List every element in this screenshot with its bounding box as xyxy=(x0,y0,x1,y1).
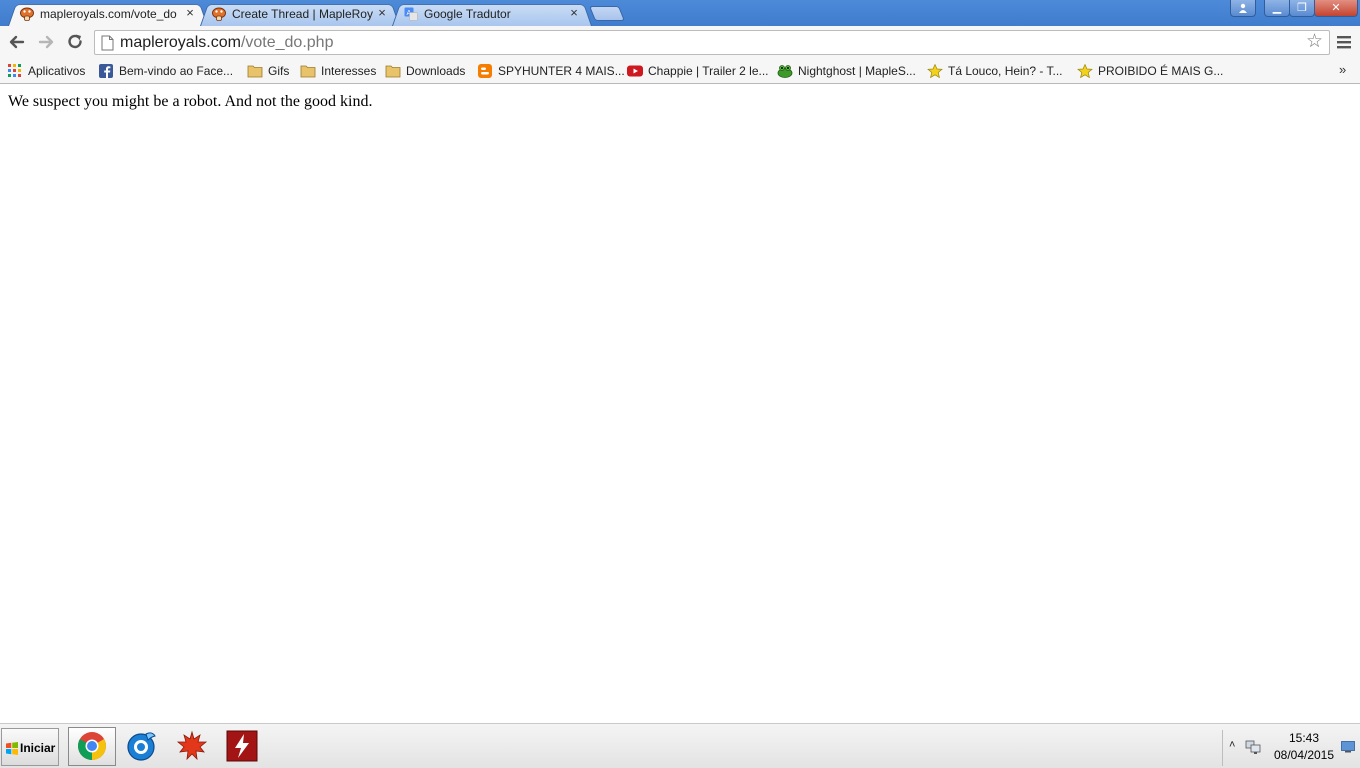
restore-icon: ❐ xyxy=(1297,2,1307,14)
back-arrow-icon[interactable] xyxy=(7,32,27,52)
frog-icon xyxy=(777,65,793,78)
url-host: mapleroyals.com xyxy=(120,34,241,51)
page-content: We suspect you might be a robot. And not… xyxy=(0,85,1360,723)
tab-close-icon[interactable]: × xyxy=(184,6,196,20)
url-text[interactable]: mapleroyals.com/vote_do.php xyxy=(120,34,333,52)
star-icon xyxy=(1077,64,1093,78)
close-icon: ✕ xyxy=(1331,2,1341,14)
bookmark-label: Interesses xyxy=(321,64,377,78)
robot-warning-message: We suspect you might be a robot. And not… xyxy=(8,93,373,110)
close-window-button[interactable]: ✕ xyxy=(1314,0,1358,17)
bookmark-folder-interesses[interactable]: Interesses xyxy=(300,62,378,80)
forward-arrow-icon[interactable] xyxy=(36,32,56,52)
google-translate-icon: A xyxy=(404,7,418,21)
tab-close-icon[interactable]: × xyxy=(376,6,388,20)
chrome-menu-icon[interactable] xyxy=(1337,34,1351,50)
chrome-icon xyxy=(78,732,106,760)
url-path: /vote_do.php xyxy=(240,34,334,51)
show-desktop-icon[interactable] xyxy=(1341,741,1355,753)
bookmark-label: PROIBIDO É MAIS G... xyxy=(1098,64,1224,78)
tab-title: Create Thread | MapleRoy xyxy=(232,7,373,21)
network-icon[interactable] xyxy=(1245,740,1261,754)
clock-time[interactable]: 15:43 xyxy=(1280,731,1328,745)
start-label: Iniciar xyxy=(20,741,56,755)
apps-grid-icon xyxy=(8,64,21,77)
mushroom-icon xyxy=(212,7,226,21)
tab-create-thread[interactable]: Create Thread | MapleRoy × xyxy=(200,2,400,26)
new-tab-button[interactable] xyxy=(588,6,626,21)
page-icon xyxy=(101,35,114,51)
windows-logo-icon xyxy=(6,742,18,755)
bookmarks-overflow-button[interactable]: » xyxy=(1339,62,1346,77)
browser-titlebar: mapleroyals.com/vote_do × Create Thread … xyxy=(0,0,1360,26)
bookmark-label: Gifs xyxy=(268,64,290,78)
lightning-app-icon xyxy=(226,730,258,762)
taskbar-app-blue[interactable] xyxy=(118,727,166,766)
bookmark-folder-downloads[interactable]: Downloads xyxy=(385,62,469,80)
bookmark-ta-louco[interactable]: Tá Louco, Hein? - T... xyxy=(927,62,1067,80)
folder-icon xyxy=(300,65,316,78)
blogger-icon xyxy=(478,64,492,78)
bookmark-label: Bem-vindo ao Face... xyxy=(119,64,234,78)
tab-mapleroyals-vote[interactable]: mapleroyals.com/vote_do × xyxy=(8,2,208,26)
taskbar-maplestory[interactable] xyxy=(168,727,216,766)
user-icon xyxy=(1239,3,1247,13)
bookmark-facebook[interactable]: Bem-vindo ao Face... xyxy=(98,62,238,80)
tab-title: mapleroyals.com/vote_do xyxy=(40,7,177,21)
youtube-icon xyxy=(627,65,643,77)
profile-button[interactable] xyxy=(1230,0,1256,17)
windows-taskbar: Iniciar ˄ xyxy=(0,723,1360,768)
reload-icon[interactable] xyxy=(65,32,85,52)
maple-leaf-icon xyxy=(176,730,208,761)
bookmark-nightghost[interactable]: Nightghost | MapleS... xyxy=(777,62,920,80)
mushroom-icon xyxy=(20,7,34,21)
blue-globe-app-icon xyxy=(127,732,156,761)
bookmark-aplicativos[interactable]: Aplicativos xyxy=(7,62,89,80)
restore-button[interactable]: ❐ xyxy=(1289,0,1315,17)
minimize-button[interactable]: ▁ xyxy=(1264,0,1290,17)
bookmark-star-icon[interactable]: ☆ xyxy=(1306,32,1323,52)
bookmark-label: Chappie | Trailer 2 le... xyxy=(648,64,769,78)
bookmark-label: Tá Louco, Hein? - T... xyxy=(948,64,1063,78)
bookmark-label: Downloads xyxy=(406,64,466,78)
bookmark-chappie-youtube[interactable]: Chappie | Trailer 2 le... xyxy=(627,62,769,80)
clock-date[interactable]: 08/04/2015 xyxy=(1270,748,1338,762)
bookmark-proibido[interactable]: PROIBIDO É MAIS G... xyxy=(1077,62,1223,80)
start-button[interactable]: Iniciar xyxy=(1,728,59,766)
bookmark-label: Aplicativos xyxy=(28,64,86,78)
bookmark-label: SPYHUNTER 4 MAIS... xyxy=(498,64,625,78)
tab-google-tradutor[interactable]: A Google Tradutor × xyxy=(392,2,592,26)
taskbar-chrome[interactable] xyxy=(68,727,116,766)
bookmark-folder-gifs[interactable]: Gifs xyxy=(247,62,292,80)
star-icon xyxy=(927,64,943,78)
taskbar-flash[interactable] xyxy=(218,727,266,766)
tab-close-icon[interactable]: × xyxy=(568,6,580,20)
bookmarks-bar: Aplicativos Bem-vindo ao Face... Gifs In… xyxy=(0,58,1360,84)
facebook-icon xyxy=(99,64,113,78)
tray-expand-icon[interactable]: ˄ xyxy=(1229,739,1235,751)
address-bar[interactable]: mapleroyals.com/vote_do.php ☆ xyxy=(94,30,1330,55)
bookmark-spyhunter[interactable]: SPYHUNTER 4 MAIS... xyxy=(477,62,625,80)
bookmark-label: Nightghost | MapleS... xyxy=(798,64,916,78)
tab-title: Google Tradutor xyxy=(424,7,511,21)
folder-icon xyxy=(385,65,401,78)
minimize-icon: ▁ xyxy=(1272,2,1282,14)
folder-icon xyxy=(247,65,263,78)
